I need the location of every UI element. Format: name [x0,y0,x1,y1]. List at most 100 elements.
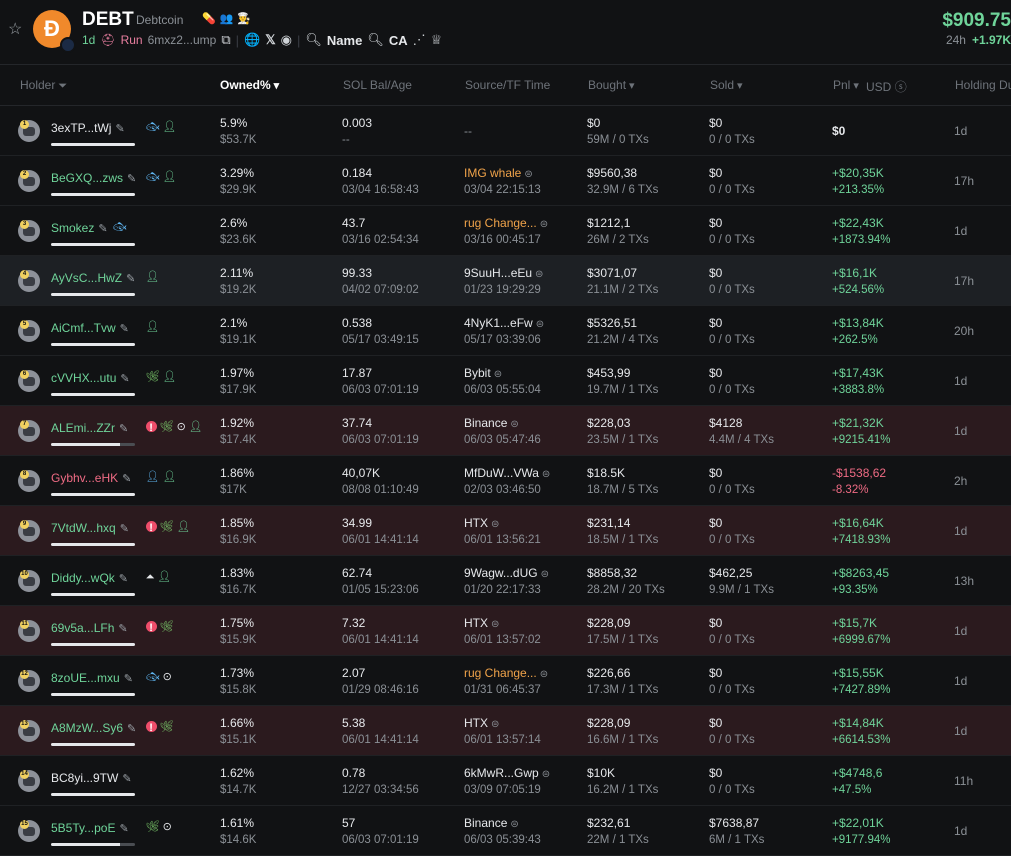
source[interactable]: rug Change... ⊜ [464,666,548,680]
source[interactable]: rug Change... ⊜ [464,216,548,230]
table-row[interactable]: 5 AiCmf...Tvw ✎ 👤︎ 2.1% $19.1K 0.538 05/1… [0,306,1011,356]
edit-icon[interactable]: ✎ [119,823,128,835]
edit-icon[interactable]: ✎ [120,523,129,535]
edit-icon[interactable]: ✎ [120,373,129,385]
holder-address[interactable]: AyVsC...HwZ ✎ [51,271,135,285]
table-row[interactable]: 15 5B5Ty...poE ✎ 🌿︎ ⊙ 1.61% $14.6K 57 06/0… [0,806,1011,856]
bought-usd: $10K [587,766,616,780]
name-search-link[interactable]: Name [327,33,362,48]
col-holding[interactable]: Holding Du [955,78,1011,92]
holder-address[interactable]: Gybhv...eHK ✎ [51,471,131,485]
copy-icon[interactable]: ⧉ [221,32,230,48]
mint-address[interactable]: 6mxz2...ump [148,33,217,47]
table-row[interactable]: 7 ALEmi...ZZr ✎ ! 🌿︎ ⊙ 👤︎ 1.92% $17.4K 37.74… [0,406,1011,456]
holder-address[interactable]: 5B5Ty...poE ✎ [51,821,129,835]
table-row[interactable]: 2 BeGXQ...zws ✎ 🐟︎ 👤︎ 3.29% $29.9K 0.184 0… [0,156,1011,206]
table-row[interactable]: 4 AyVsC...HwZ ✎ 👤︎ 2.11% $19.2K 99.33 04/… [0,256,1011,306]
edit-icon[interactable]: ✎ [126,273,135,285]
sol-balance: 34.99 [342,516,373,530]
rank-badge: 15 [20,820,29,829]
table-row[interactable]: 11 69v5a...LFh ✎ ! 🌿︎ 1.75% $15.9K 7.32 06… [0,606,1011,656]
platform-badge-icon [60,37,76,53]
col-pnl[interactable]: Pnl ▾ [833,78,859,92]
source[interactable]: Binance ⊜ [464,416,519,430]
source[interactable]: HTX ⊜ [464,616,499,630]
table-row[interactable]: 13 A8MzW...Sy6 ✎ ! 🌿︎ 1.66% $15.1K 5.38 06… [0,706,1011,756]
bought-usd: $0 [587,116,601,130]
search-icon[interactable]: 🔍︎ [305,32,322,48]
table-row[interactable]: 10 Diddy...wQk ✎ ⏶ 👤︎ 1.83% $16.7K 62.74 0… [0,556,1011,606]
edit-icon[interactable]: ✎ [120,323,129,335]
source[interactable]: MfDuW...VWa ⊜ [464,466,550,480]
source[interactable]: 9SuuH...eEu ⊜ [464,266,543,280]
owned-percent: 1.97% [220,366,255,380]
col-bought[interactable]: Bought ▾ [588,78,635,92]
holder-address[interactable]: 3exTP...tWj ✎ [51,121,125,135]
holder-address[interactable]: 7VtdW...hxq ✎ [51,521,129,535]
col-source[interactable]: Source/TF Time [465,78,550,92]
edit-icon[interactable]: ✎ [118,623,127,635]
table-row[interactable]: 9 7VtdW...hxq ✎ ! 🌿︎ 👤︎ 1.85% $16.9K 34.99 … [0,506,1011,556]
table-row[interactable]: 6 cVVHX...utu ✎ 🌿︎ 👤︎ 1.97% $17.9K 17.87 0… [0,356,1011,406]
holding-bar [51,793,135,796]
source-text: Binance [464,416,508,430]
edit-icon[interactable]: ✎ [122,773,131,785]
holder-address[interactable]: BC8yi...9TW ✎ [51,771,132,785]
sold-usd: $0 [709,316,723,330]
edit-icon[interactable]: ✎ [119,423,128,435]
holder-address[interactable]: cVVHX...utu ✎ [51,371,130,385]
source-time: 01/20 22:17:33 [464,584,541,596]
edit-icon[interactable]: ✎ [127,173,136,185]
table-row[interactable]: 1 3exTP...tWj ✎ 🐟︎ 👤︎ 5.9% $53.7K 0.003 --… [0,106,1011,156]
col-holder[interactable]: Holder ⏷ [20,78,67,93]
crown-icon[interactable]: ♕ [431,32,443,48]
table-row[interactable]: 3 Smokez ✎ 🐟︎ 2.6% $23.6K 43.7 03/16 02:5… [0,206,1011,256]
ca-search-link[interactable]: CA [389,33,408,48]
holder-address[interactable]: Smokez ✎ [51,221,108,235]
table-row[interactable]: 8 Gybhv...eHK ✎ 👤︎ 👤︎ 1.86% $17K 40,07K 08… [0,456,1011,506]
pnl-usd: $0 [832,124,846,138]
edit-icon[interactable]: ✎ [127,723,136,735]
source[interactable]: 4NyK1...eFw ⊜ [464,316,544,330]
pnl-percent: +262.5% [832,334,878,346]
search-icon[interactable]: 🔍︎ [367,32,384,48]
source[interactable]: Binance ⊜ [464,816,519,830]
filter-icon[interactable]: ⏷ [58,80,67,93]
sol-balance: 99.33 [342,266,373,280]
share-icon[interactable]: ⋰ [413,32,426,48]
source[interactable]: 6kMwR...Gwp ⊜ [464,766,550,780]
holder-address[interactable]: 69v5a...LFh ✎ [51,621,128,635]
source[interactable]: 9Wagw...dUG ⊜ [464,566,549,580]
holder-address[interactable]: ALEmi...ZZr ✎ [51,421,128,435]
x-twitter-icon[interactable]: 𝕏 [265,32,275,48]
sold-usd: $0 [709,766,723,780]
holder-address[interactable]: 8zoUE...mxu ✎ [51,671,133,685]
table-row[interactable]: 12 8zoUE...mxu ✎ 🐟︎ ⊙ 1.73% $15.8K 2.07 01… [0,656,1011,706]
holding-duration: 1d [954,724,968,738]
edit-icon[interactable]: ✎ [98,223,107,235]
source[interactable]: HTX ⊜ [464,716,499,730]
holder-address[interactable]: A8MzW...Sy6 ✎ [51,721,136,735]
table-row[interactable]: 14 BC8yi...9TW ✎ 1.62% $14.7K 0.78 12/27 … [0,756,1011,806]
edit-icon[interactable]: ✎ [122,473,131,485]
user-icon: 👤︎ [162,371,177,383]
source[interactable]: IMG whale ⊜ [464,166,533,180]
website-icon[interactable]: 🌐 [244,32,260,48]
person-icon: 👤︎ [145,471,160,483]
col-sold[interactable]: Sold ▾ [710,78,743,92]
col-sol[interactable]: SOL Bal/Age [343,78,412,92]
telegram-icon[interactable]: ◉ [281,32,292,48]
usd-toggle[interactable]: USD ⓢ [866,78,907,95]
edit-icon[interactable]: ✎ [119,573,128,585]
source[interactable]: HTX ⊜ [464,516,499,530]
holder-address[interactable]: Diddy...wQk ✎ [51,571,128,585]
holder-address[interactable]: BeGXQ...zws ✎ [51,171,136,185]
col-owned[interactable]: Owned% ▾ [220,78,279,92]
edit-icon[interactable]: ✎ [115,123,124,135]
source[interactable]: Bybit ⊜ [464,366,502,380]
edit-icon[interactable]: ✎ [124,673,133,685]
holder-address[interactable]: AiCmf...Tvw ✎ [51,321,129,335]
bought-detail: 17.5M / 1 TXs [587,634,659,646]
pnl-usd: +$4748,6 [832,766,883,780]
star-icon[interactable]: ☆ [8,22,24,38]
